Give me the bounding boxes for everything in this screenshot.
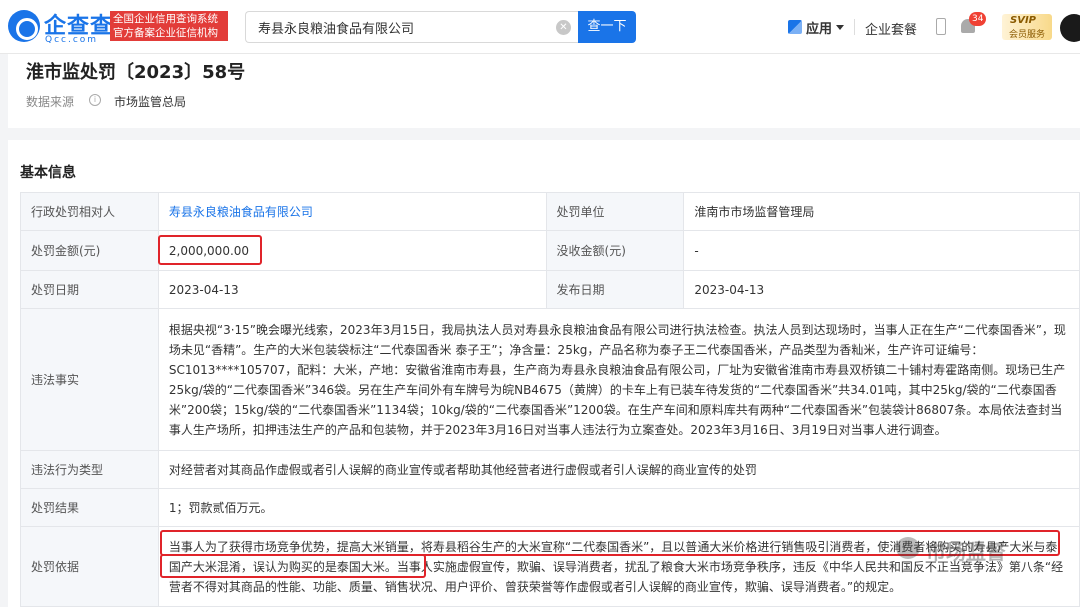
avatar[interactable] bbox=[1060, 14, 1080, 42]
table-row: 处罚日期 2023-04-13 发布日期 2023-04-13 bbox=[20, 270, 1080, 309]
basic-info-card: 基本信息 行政处罚相对人 寿县永良粮油食品有限公司 处罚单位 淮南市市场监督管理… bbox=[8, 140, 1080, 607]
section-title: 基本信息 bbox=[20, 165, 76, 181]
notification-badge: 34 bbox=[969, 12, 987, 26]
enterprise-set-link[interactable]: 企业套餐 bbox=[865, 19, 917, 38]
table-row: 处罚金额(元) 2,000,000.00 没收金额(元) - bbox=[20, 230, 1080, 271]
svip-subtitle: 会员服务 bbox=[1009, 30, 1046, 40]
date-value: 2023-04-13 bbox=[157, 270, 547, 309]
mobile-phone-icon[interactable] bbox=[936, 18, 946, 35]
info-icon[interactable]: i bbox=[89, 94, 101, 106]
svip-title: SVIP bbox=[1010, 15, 1036, 26]
violation-type-value: 对经营者对其商品作虚假或者引人误解的商业宣传或者帮助其他经营者进行虚假或者引人误… bbox=[157, 450, 1080, 489]
table-row: 违法行为类型 对经营者对其商品作虚假或者引人误解的商业宣传或者帮助其他经营者进行… bbox=[20, 450, 1080, 489]
publish-value: 2023-04-13 bbox=[683, 270, 1080, 309]
nav-divider bbox=[854, 19, 855, 35]
amount-value: 2,000,000.00 bbox=[157, 230, 547, 271]
qcc-logo-icon[interactable] bbox=[8, 10, 40, 42]
penalty-title-card: 淮市监处罚〔2023〕58号 数据来源 i 市场监管总局 bbox=[8, 54, 1080, 128]
search-input[interactable] bbox=[258, 12, 548, 42]
table-row: 行政处罚相对人 寿县永良粮油食品有限公司 处罚单位 淮南市市场监督管理局 bbox=[20, 192, 1080, 231]
party-label: 行政处罚相对人 bbox=[20, 192, 159, 231]
publish-label: 发布日期 bbox=[545, 270, 685, 309]
svip-button[interactable]: SVIP 会员服务 bbox=[1002, 14, 1052, 40]
date-label: 处罚日期 bbox=[20, 270, 159, 309]
slogan-line-2: 官方备案企业征信机构 bbox=[113, 27, 218, 39]
table-row: 处罚依据 当事人为了获得市场竞争优势，提高大米销量，将寿县稻谷生产的大米宣称“二… bbox=[20, 526, 1080, 607]
confiscate-value: - bbox=[683, 230, 1080, 271]
data-source-label: 数据来源 bbox=[26, 95, 75, 109]
watermark-text: 市场监督 bbox=[926, 540, 1006, 564]
chevron-down-icon bbox=[836, 24, 845, 30]
app-menu-button[interactable]: 应用 bbox=[788, 17, 845, 37]
clear-icon[interactable]: ✕ bbox=[556, 20, 571, 35]
result-label: 处罚结果 bbox=[20, 488, 159, 527]
basic-info-table: 行政处罚相对人 寿县永良粮油食品有限公司 处罚单位 淮南市市场监督管理局 处罚金… bbox=[20, 192, 1080, 607]
violation-type-label: 违法行为类型 bbox=[20, 450, 159, 489]
watermark-icon bbox=[896, 537, 920, 559]
page-title: 淮市监处罚〔2023〕58号 bbox=[26, 62, 246, 83]
party-value: 寿县永良粮油食品有限公司 bbox=[157, 192, 547, 231]
unit-label: 处罚单位 bbox=[545, 192, 685, 231]
table-row: 违法事实 根据央视“3·15”晚会曝光线索，2023年3月15日，我局执法人员对… bbox=[20, 308, 1080, 451]
party-company-link[interactable]: 寿县永良粮油食品有限公司 bbox=[169, 205, 313, 219]
slogan-line-1: 全国企业信用查询系统 bbox=[113, 13, 218, 25]
search-button[interactable]: 查一下 bbox=[578, 11, 636, 43]
search-box: ✕ bbox=[245, 11, 579, 43]
app-menu-label: 应用 bbox=[806, 21, 833, 37]
slogan-badge: 全国企业信用查询系统 官方备案企业征信机构 bbox=[110, 11, 228, 41]
result-value: 1；罚款贰佰万元。 bbox=[157, 488, 1080, 527]
logo-subtext: Qcc.com bbox=[45, 35, 99, 45]
basis-label: 处罚依据 bbox=[20, 526, 159, 607]
table-row: 处罚结果 1；罚款贰佰万元。 bbox=[20, 488, 1080, 527]
apps-icon bbox=[788, 20, 802, 34]
amount-label: 处罚金额(元) bbox=[20, 230, 159, 271]
facts-label: 违法事实 bbox=[20, 308, 159, 451]
facts-value: 根据央视“3·15”晚会曝光线索，2023年3月15日，我局执法人员对寿县永良粮… bbox=[157, 308, 1080, 451]
unit-value: 淮南市市场监督管理局 bbox=[683, 192, 1080, 231]
data-source-value: 市场监管总局 bbox=[114, 95, 187, 109]
confiscate-label: 没收金额(元) bbox=[545, 230, 685, 271]
top-navigation-bar: 企查查 Qcc.com 全国企业信用查询系统 官方备案企业征信机构 ✕ 查一下 … bbox=[0, 0, 1080, 54]
